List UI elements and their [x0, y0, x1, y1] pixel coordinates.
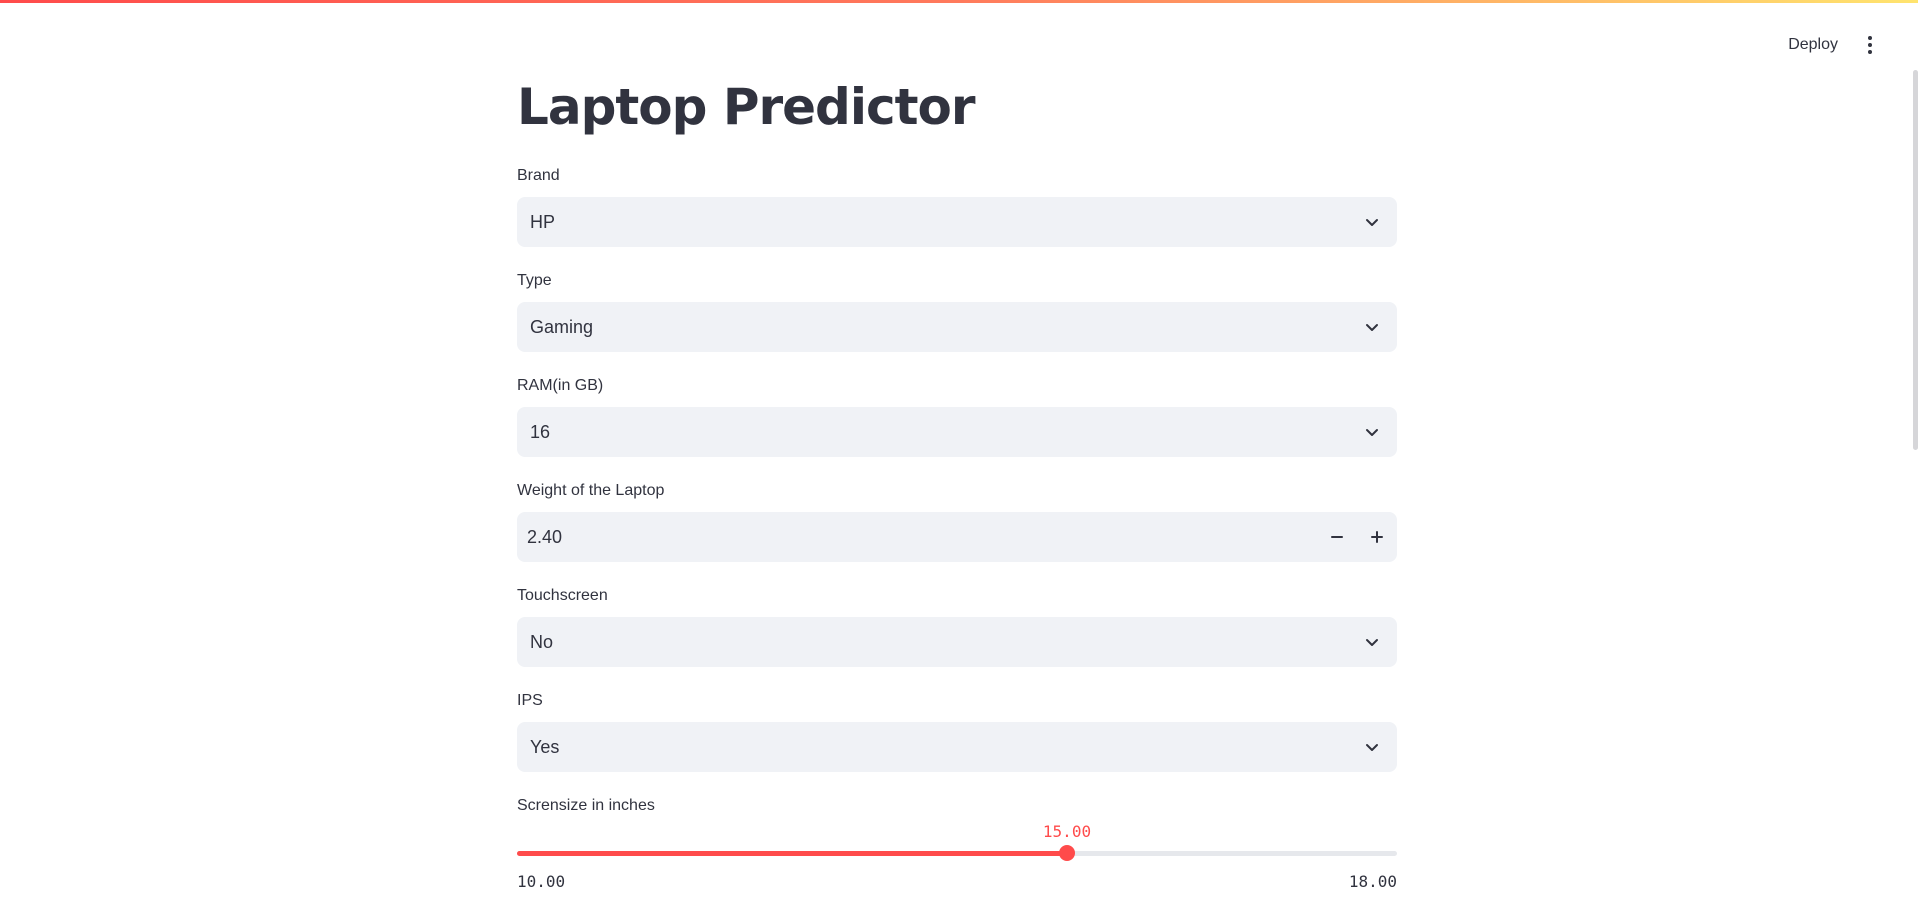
type-select-value: Gaming	[530, 316, 594, 337]
brand-select-value: HP	[530, 211, 556, 232]
page-title: Laptop Predictor	[517, 78, 976, 136]
touchscreen-select[interactable]: No	[517, 617, 1397, 667]
touchscreen-select-value: No	[530, 631, 554, 652]
decrement-button[interactable]	[1317, 512, 1357, 562]
ips-select-value: Yes	[530, 736, 560, 757]
ips-label: IPS	[517, 692, 543, 709]
plus-icon	[1371, 531, 1383, 543]
slider-max-label: 18.00	[1348, 872, 1397, 891]
ram-select-value: 16	[530, 421, 551, 442]
ips-select[interactable]: Yes	[517, 722, 1397, 772]
ram-label: RAM(in GB)	[517, 377, 604, 394]
page-scrollbar[interactable]	[1913, 70, 1918, 450]
type-select[interactable]: Gaming	[517, 302, 1397, 352]
top-decoration-bar	[0, 0, 1918, 3]
chevron-down-icon	[1366, 429, 1378, 436]
screensize-label: Scrensize in inches	[517, 797, 655, 814]
type-label: Type	[517, 272, 552, 289]
slider-thumb[interactable]	[1059, 845, 1075, 861]
chevron-down-icon	[1366, 744, 1378, 751]
chevron-down-icon	[1366, 219, 1378, 226]
screensize-slider-track[interactable]	[517, 845, 1397, 861]
brand-select[interactable]: HP	[517, 197, 1397, 247]
header-actions: Deploy	[1788, 30, 1876, 60]
kebab-menu-icon[interactable]	[1864, 30, 1876, 60]
deploy-button[interactable]: Deploy	[1788, 36, 1838, 54]
brand-label: Brand	[517, 167, 560, 184]
slider-min-label: 10.00	[517, 872, 566, 891]
weight-number-input[interactable]: 2.40	[517, 512, 1397, 562]
weight-label: Weight of the Laptop	[517, 482, 665, 499]
slider-fill	[517, 851, 1067, 856]
increment-button[interactable]	[1357, 512, 1397, 562]
slider-current-value: 15.00	[1042, 822, 1092, 841]
ram-select[interactable]: 16	[517, 407, 1397, 457]
weight-input-value[interactable]: 2.40	[527, 527, 1317, 548]
chevron-down-icon	[1366, 639, 1378, 646]
minus-icon	[1331, 536, 1343, 538]
chevron-down-icon	[1366, 324, 1378, 331]
touchscreen-label: Touchscreen	[517, 587, 608, 604]
